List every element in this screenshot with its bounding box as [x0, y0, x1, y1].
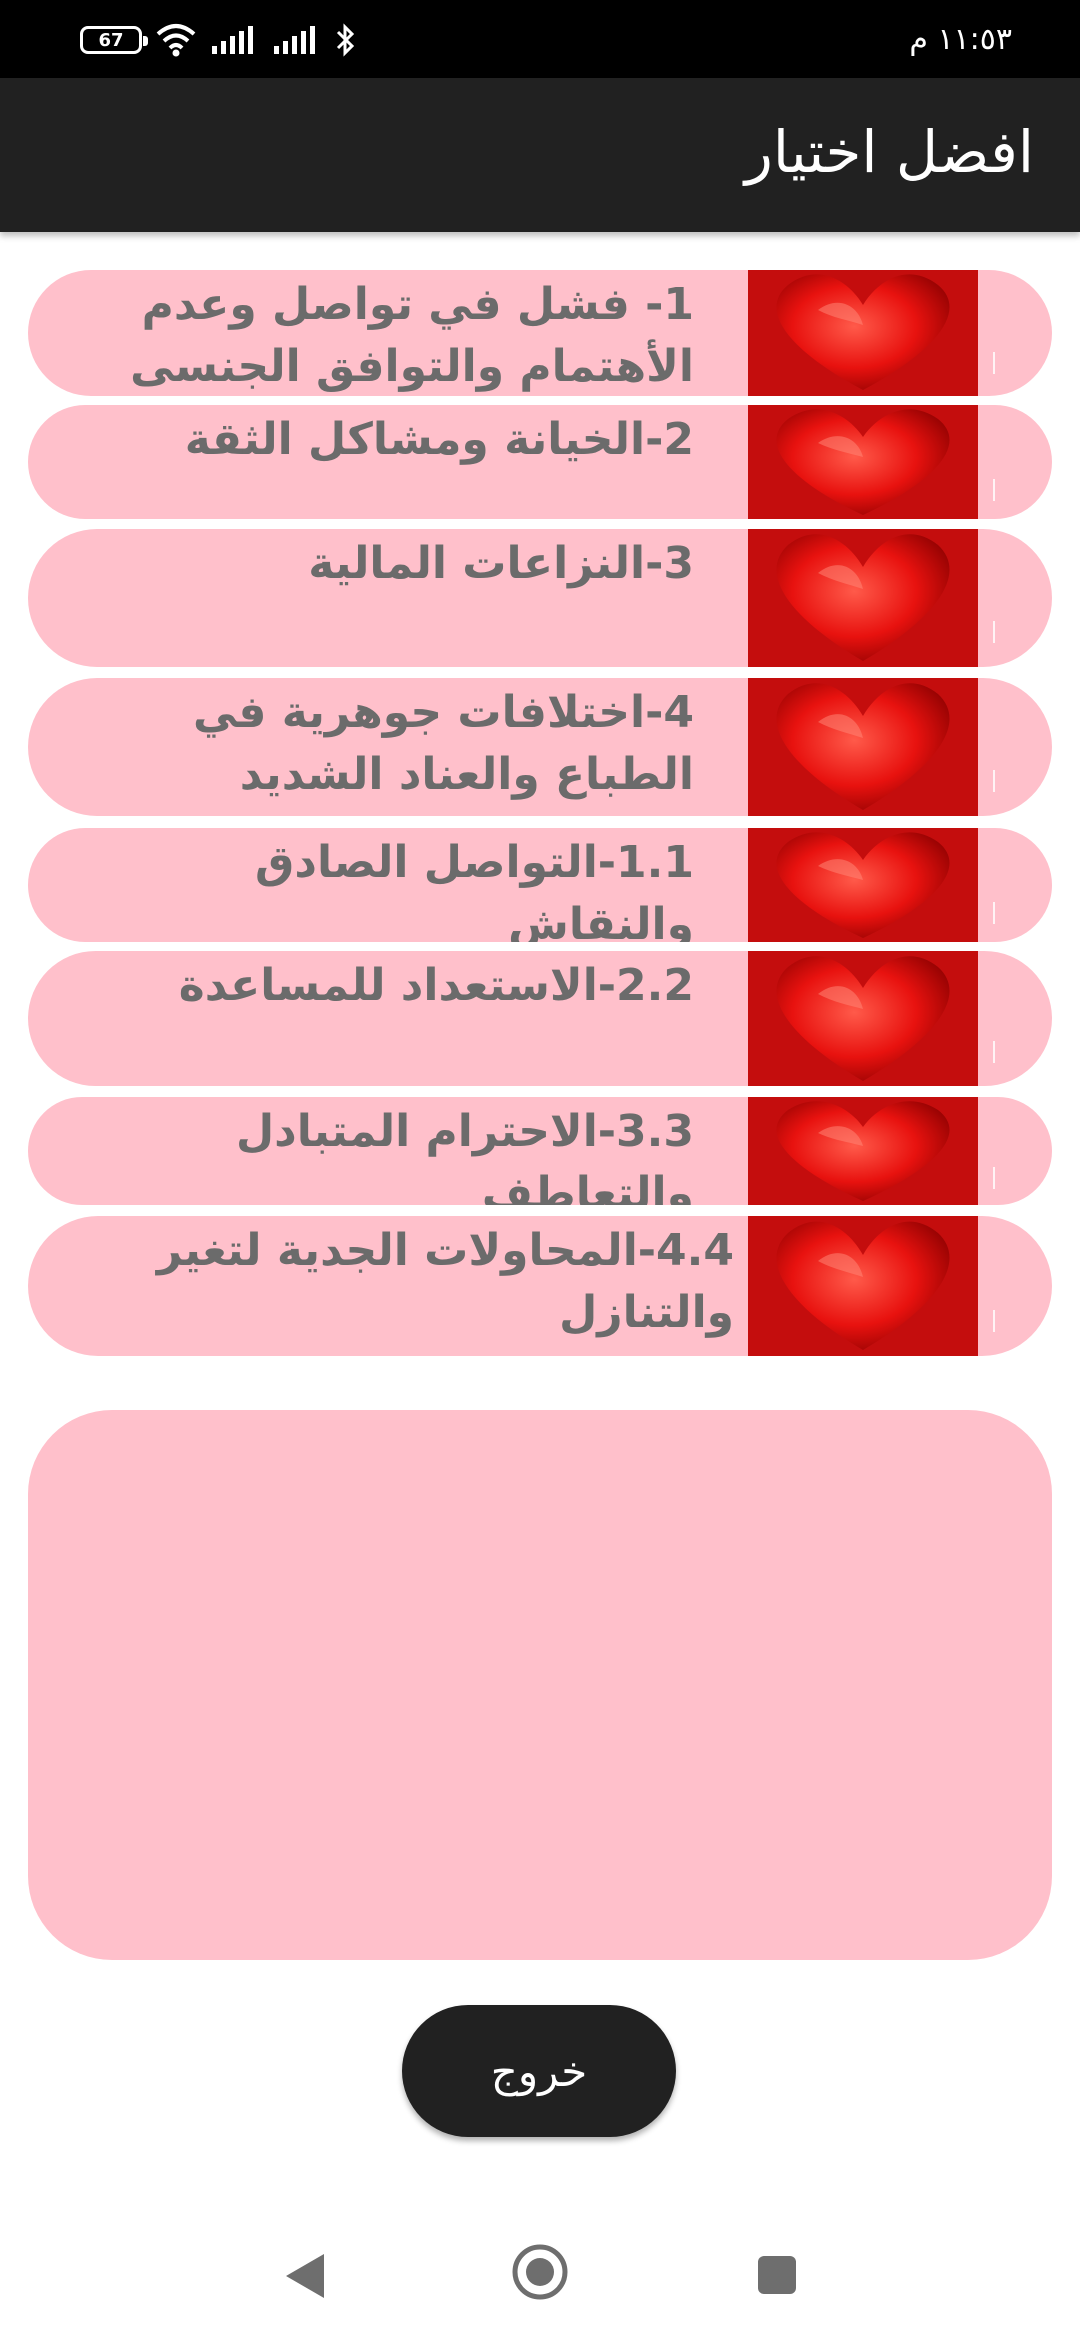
- page-title: افضل اختيار: [744, 118, 1034, 186]
- bluetooth-icon: [334, 22, 358, 58]
- list-item[interactable]: 3-النزاعات المالية: [28, 529, 1052, 667]
- divider: [993, 770, 995, 792]
- heart-icon: [748, 1216, 978, 1356]
- item-label: 4.4-المحاولات الجدية لتغير والتنازل: [156, 1225, 734, 1338]
- heart-icon: [748, 678, 978, 816]
- list-item[interactable]: 4-اختلافات جوهرية في الطباع والعناد الشد…: [28, 678, 1052, 816]
- home-circle-icon[interactable]: [510, 2242, 570, 2306]
- item-label: 2.2-الاستعداد للمساعدة: [178, 960, 694, 1011]
- back-triangle-icon[interactable]: [280, 2250, 330, 2306]
- divider: [993, 352, 995, 374]
- item-label: 1- فشل في تواصل وعدم الأهتمام والتوافق ا…: [130, 279, 694, 392]
- heart-icon: [748, 405, 978, 519]
- divider: [993, 1167, 995, 1189]
- exit-button-label: خروج: [490, 2046, 588, 2096]
- divider: [993, 479, 995, 501]
- battery-level: 67: [98, 29, 124, 51]
- heart-icon: [748, 529, 978, 667]
- heart-icon: [748, 951, 978, 1086]
- item-label: 3-النزاعات المالية: [308, 538, 694, 589]
- status-bar: 67 ١١:٥٣ م: [0, 0, 1080, 78]
- list-item[interactable]: 4.4-المحاولات الجدية لتغير والتنازل: [28, 1216, 1052, 1356]
- list-item[interactable]: 1.1-التواصل الصادق والنقاش: [28, 828, 1052, 942]
- divider: [993, 902, 995, 924]
- heart-icon: [748, 1097, 978, 1205]
- divider: [993, 621, 995, 643]
- result-box: [28, 1410, 1052, 1960]
- item-label: 2-الخيانة ومشاكل الثقة: [184, 414, 694, 465]
- status-icons: 67: [80, 18, 358, 62]
- recents-square-icon[interactable]: [756, 2254, 798, 2300]
- app-bar: افضل اختيار: [0, 78, 1080, 232]
- heart-icon: [748, 828, 978, 942]
- system-nav-bar: [0, 2200, 1080, 2340]
- divider: [993, 1041, 995, 1063]
- signal-icon-2: [272, 24, 322, 56]
- list-item[interactable]: 2-الخيانة ومشاكل الثقة: [28, 405, 1052, 519]
- item-label: 3.3-الاحترام المتبادل والتعاطف: [235, 1106, 694, 1205]
- item-label: 4-اختلافات جوهرية في الطباع والعناد الشد…: [193, 687, 694, 800]
- clock: ١١:٥٣ م: [909, 22, 1012, 57]
- list-item[interactable]: 1- فشل في تواصل وعدم الأهتمام والتوافق ا…: [28, 270, 1052, 396]
- divider: [993, 1310, 995, 1332]
- list-item[interactable]: 2.2-الاستعداد للمساعدة: [28, 951, 1052, 1086]
- battery-icon: 67: [80, 26, 148, 54]
- item-label: 1.1-التواصل الصادق والنقاش: [255, 837, 694, 942]
- list-item[interactable]: 3.3-الاحترام المتبادل والتعاطف: [28, 1097, 1052, 1205]
- wifi-icon: [154, 22, 198, 58]
- exit-button[interactable]: خروج: [402, 2005, 676, 2137]
- heart-icon: [748, 270, 978, 396]
- signal-icon: [210, 24, 260, 56]
